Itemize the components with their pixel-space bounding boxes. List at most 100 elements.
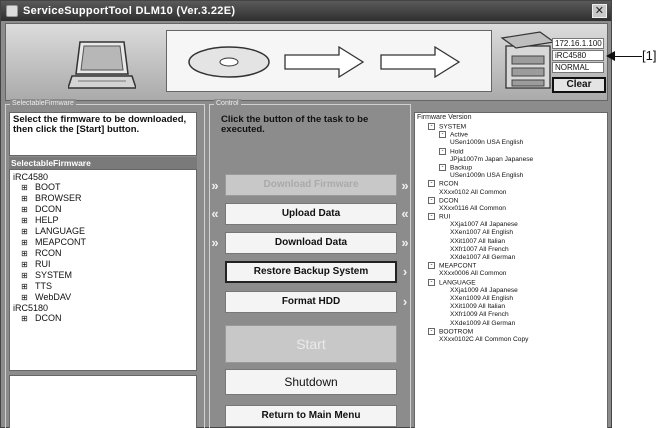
firmware-version-row[interactable]: USen1009n USA English: [417, 139, 605, 147]
collapse-icon[interactable]: -: [428, 196, 435, 204]
close-button[interactable]: ✕: [592, 4, 607, 18]
arrow-right-icon: [284, 45, 365, 79]
expand-icon[interactable]: ⊞: [21, 205, 35, 215]
tree-item[interactable]: ⊞ RCON: [13, 248, 193, 259]
expand-icon[interactable]: ⊞: [21, 282, 35, 292]
firmware-version-text: XXit1009 All Italian: [450, 303, 505, 311]
firmware-version-row[interactable]: - RUI: [417, 213, 605, 221]
firmware-version-row[interactable]: XXja1007 All Japanese: [417, 221, 605, 229]
restore-backup-button[interactable]: Restore Backup System: [225, 261, 397, 283]
expand-icon[interactable]: ⊞: [21, 227, 35, 237]
tree-item[interactable]: ⊞ SYSTEM: [13, 270, 193, 281]
firmware-version-row[interactable]: XXen1009 All English: [417, 295, 605, 303]
firmware-version-row[interactable]: - Active: [417, 131, 605, 139]
tree-item[interactable]: ⊞ RUI: [13, 259, 193, 270]
download-data-button[interactable]: Download Data: [225, 232, 397, 254]
title-bar: ServiceSupportTool DLM10 (Ver.3.22E) ✕: [1, 1, 611, 21]
expand-icon[interactable]: ⊞: [21, 183, 35, 193]
firmware-version-row[interactable]: - RCON: [417, 180, 605, 188]
tree-item[interactable]: ⊞ HELP: [13, 215, 193, 226]
firmware-version-row[interactable]: - Backup: [417, 163, 605, 172]
tree-device[interactable]: iRC5180: [13, 303, 193, 313]
firmware-version-text: XXja1007 All Japanese: [450, 221, 518, 229]
tree-item[interactable]: ⊞ DCON: [13, 313, 193, 324]
expand-icon[interactable]: ⊞: [21, 216, 35, 226]
tree-item[interactable]: ⊞ DCON: [13, 204, 193, 215]
collapse-icon[interactable]: -: [428, 262, 435, 270]
firmware-version-row[interactable]: XXja1009 All Japanese: [417, 287, 605, 295]
firmware-version-row[interactable]: XXxx0102 All Common: [417, 189, 605, 197]
right-arrow-icon: »: [401, 178, 409, 193]
collapse-icon[interactable]: -: [439, 147, 446, 155]
firmware-version-row[interactable]: JPja1007m Japan Japanese: [417, 156, 605, 164]
firmware-version-row[interactable]: XXde1009 All German: [417, 320, 605, 328]
tree-item[interactable]: ⊞ TTS: [13, 281, 193, 292]
collapse-icon[interactable]: -: [439, 163, 446, 171]
firmware-version-row[interactable]: XXit1007 All Italian: [417, 238, 605, 246]
firmware-version-row[interactable]: USen1009n USA English: [417, 172, 605, 180]
shutdown-button[interactable]: Shutdown: [225, 369, 397, 395]
firmware-version-row[interactable]: XXit1009 All Italian: [417, 303, 605, 311]
collapse-icon[interactable]: -: [428, 180, 435, 188]
tree-item[interactable]: ⊞ BOOT: [13, 182, 193, 193]
left-arrow-icon: «: [211, 206, 219, 221]
firmware-version-text: XXde1009 All German: [450, 319, 516, 327]
collapse-icon[interactable]: -: [428, 278, 435, 286]
firmware-version-row[interactable]: - MEAPCONT: [417, 262, 605, 270]
firmware-version-row[interactable]: - Hold: [417, 147, 605, 156]
firmware-version-row[interactable]: XXxx0116 All Common: [417, 205, 605, 213]
upload-data-button[interactable]: Upload Data: [225, 203, 397, 225]
firmware-version-row[interactable]: XXde1007 All German: [417, 254, 605, 262]
firmware-version-row[interactable]: XXfr1009 All French: [417, 311, 605, 319]
firmware-version-text: XXxx0102 All Common: [439, 188, 507, 196]
firmware-version-title: Firmware Version: [417, 114, 472, 121]
expand-icon[interactable]: ⊞: [21, 249, 35, 259]
firmware-version-text: XXxx0006 All Common: [439, 270, 507, 278]
callout-line: [612, 56, 642, 57]
expand-icon[interactable]: ⊞: [21, 260, 35, 270]
collapse-icon[interactable]: -: [428, 327, 435, 335]
connection-header: 172.16.1.100 iRC4580 NORMAL Clear: [5, 23, 608, 101]
firmware-version-text: XXfr1007 All French: [450, 245, 509, 253]
tree-item[interactable]: ⊞ LANGUAGE: [13, 226, 193, 237]
tree-device[interactable]: iRC4580: [13, 172, 193, 182]
expand-icon[interactable]: ⊞: [21, 314, 35, 324]
firmware-version-text: SYSTEM: [439, 123, 467, 131]
firmware-version-row[interactable]: XXfr1007 All French: [417, 246, 605, 254]
expand-icon[interactable]: ⊞: [21, 194, 35, 204]
format-hdd-button[interactable]: Format HDD: [225, 291, 397, 313]
firmware-version-row[interactable]: XXen1007 All English: [417, 229, 605, 237]
device-info: 172.16.1.100 iRC4580 NORMAL: [552, 38, 604, 74]
expand-icon[interactable]: ⊞: [21, 293, 35, 303]
app-icon: [6, 5, 18, 17]
tree-item[interactable]: ⊞ WebDAV: [13, 292, 193, 303]
firmware-version-text: XXxx0116 All Common: [439, 204, 506, 212]
firmware-version-text: USen1009n USA English: [450, 139, 524, 147]
collapse-icon[interactable]: -: [428, 213, 435, 221]
download-firmware-button[interactable]: Download Firmware: [225, 174, 397, 196]
collapse-icon[interactable]: -: [428, 123, 435, 130]
collapse-icon[interactable]: -: [439, 131, 446, 139]
firmware-version-row[interactable]: - DCON: [417, 196, 605, 205]
expand-icon[interactable]: ⊞: [21, 271, 35, 281]
firmware-version-text: DCON: [439, 196, 459, 204]
tree-item[interactable]: ⊞ BROWSER: [13, 193, 193, 204]
firmware-version-text: RUI: [439, 213, 451, 221]
firmware-version-text: LANGUAGE: [439, 278, 476, 286]
firmware-version-row[interactable]: XXxx0102C All Common Copy: [417, 336, 605, 344]
firmware-version-row[interactable]: XXxx0006 All Common: [417, 270, 605, 278]
firmware-version-row[interactable]: - LANGUAGE: [417, 278, 605, 287]
transfer-banner: [166, 30, 492, 92]
start-button[interactable]: Start: [225, 325, 397, 363]
tree-item[interactable]: ⊞ MEAPCONT: [13, 237, 193, 248]
return-main-menu-button[interactable]: Return to Main Menu: [225, 405, 397, 427]
clear-button[interactable]: Clear: [552, 77, 606, 93]
expand-icon[interactable]: ⊞: [21, 238, 35, 248]
firmware-version-tree[interactable]: - SYSTEM - Active USen1009n USA English - Hold…: [417, 123, 605, 344]
firmware-version-row[interactable]: - SYSTEM: [417, 123, 605, 131]
arrow-right-icon: [380, 45, 461, 79]
group-label: Control: [214, 99, 241, 108]
firmware-tree[interactable]: iRC4580 ⊞ BOOT ⊞ BROWSER ⊞ DCON ⊞ HELP ⊞ LANG…: [9, 169, 197, 371]
firmware-version-row[interactable]: - BOOTROM: [417, 327, 605, 336]
firmware-version-text: Backup: [450, 164, 472, 172]
